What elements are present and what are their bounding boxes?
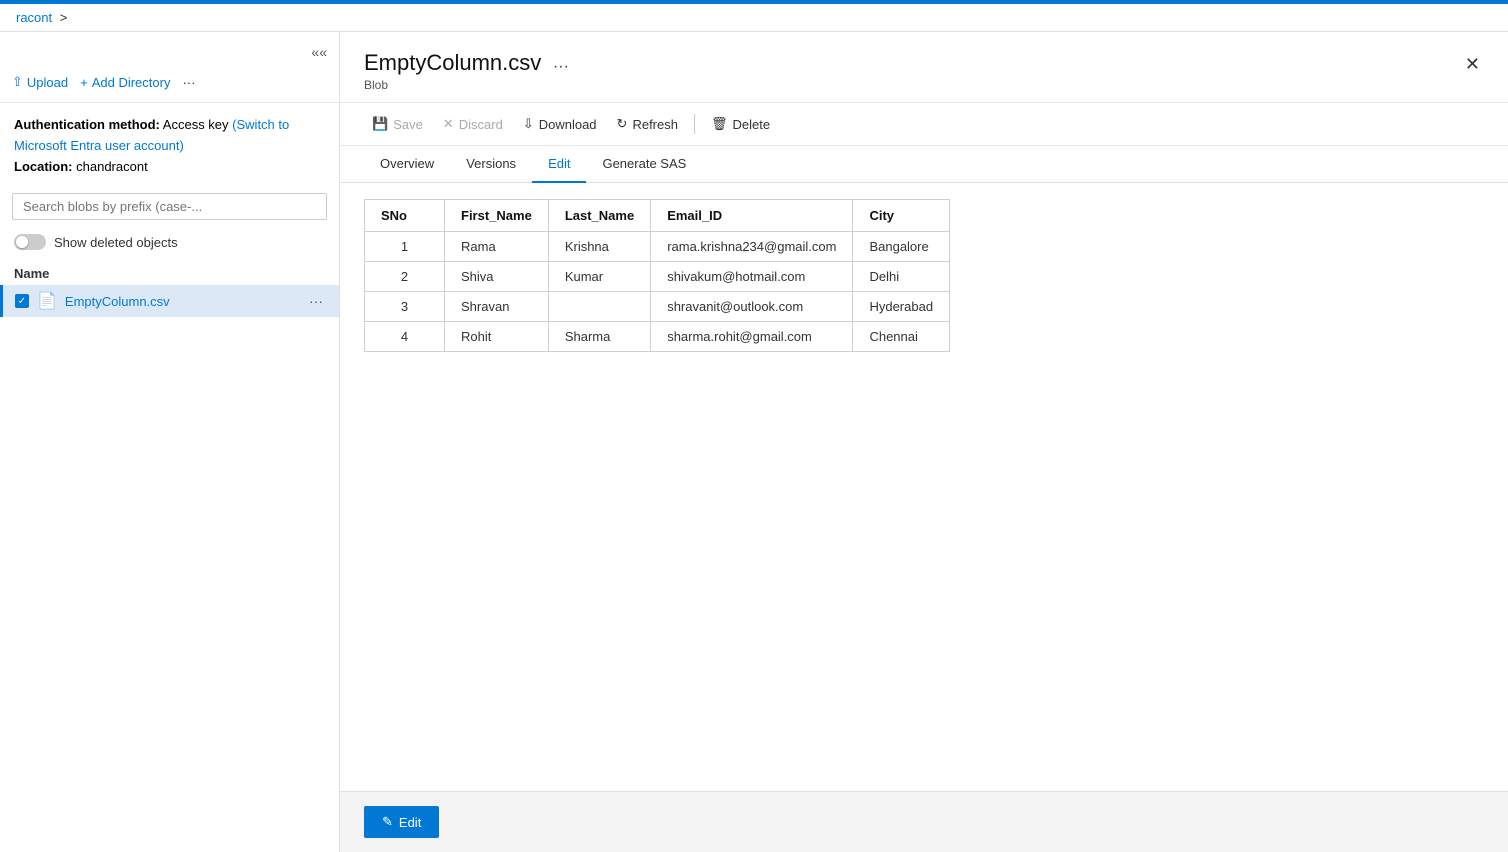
table-row: 3Shravan shravanit@outlook.comHyderabad <box>365 292 950 322</box>
table-cell: 1 <box>365 232 445 262</box>
table-cell: shravanit@outlook.com <box>651 292 853 322</box>
auth-label: Authentication method: <box>14 117 160 132</box>
panel-title-area: EmptyColumn.csv ··· Blob <box>364 50 569 92</box>
breadcrumb-link[interactable]: racont <box>16 10 52 25</box>
location-label: Location: <box>14 159 73 174</box>
table-cell: Shiva <box>445 262 549 292</box>
file-checkbox[interactable] <box>15 294 29 308</box>
upload-button[interactable]: ⇧ Upload <box>12 74 68 90</box>
col-header-sno: SNo <box>365 200 445 232</box>
table-cell: shivakum@hotmail.com <box>651 262 853 292</box>
col-header-last-name: Last_Name <box>548 200 650 232</box>
toggle-knob <box>16 236 28 248</box>
file-icon: 📄 <box>37 291 57 311</box>
discard-button[interactable]: ✕ Discard <box>435 111 511 137</box>
sidebar-meta: Authentication method: Access key (Switc… <box>0 103 339 185</box>
edit-button-area: ✎ Edit <box>340 791 1508 852</box>
location-value: chandracont <box>76 159 148 174</box>
tab-overview[interactable]: Overview <box>364 146 450 183</box>
file-name: EmptyColumn.csv <box>65 294 297 309</box>
table-cell: Delhi <box>853 262 950 292</box>
refresh-button[interactable]: ↻ Refresh <box>609 111 686 137</box>
table-cell: rama.krishna234@gmail.com <box>651 232 853 262</box>
save-button[interactable]: 💾 Save <box>364 111 431 137</box>
table-cell: Bangalore <box>853 232 950 262</box>
breadcrumb[interactable]: racont > <box>0 4 1508 32</box>
table-cell: Rohit <box>445 322 549 352</box>
upload-icon: ⇧ <box>12 74 23 90</box>
table-cell: Chennai <box>853 322 950 352</box>
table-cell: 4 <box>365 322 445 352</box>
collapse-sidebar-button[interactable]: «« <box>311 44 327 60</box>
download-button[interactable]: ⇩ Download <box>515 111 605 137</box>
add-directory-button[interactable]: + Add Directory <box>80 75 170 90</box>
show-deleted-label: Show deleted objects <box>54 235 178 250</box>
panel-toolbar: 💾 Save ✕ Discard ⇩ Download ↻ Refresh 🗑 … <box>340 103 1508 146</box>
download-icon: ⇩ <box>523 116 534 132</box>
table-cell: Krishna <box>548 232 650 262</box>
file-list-item[interactable]: 📄 EmptyColumn.csv ··· <box>0 285 339 317</box>
save-icon: 💾 <box>372 116 388 132</box>
table-cell: 2 <box>365 262 445 292</box>
table-cell: sharma.rohit@gmail.com <box>651 322 853 352</box>
search-input[interactable] <box>12 193 327 220</box>
panel-subtitle: Blob <box>364 78 569 92</box>
table-cell: Sharma <box>548 322 650 352</box>
breadcrumb-separator: > <box>60 10 68 25</box>
file-more-button[interactable]: ··· <box>305 291 327 311</box>
table-row: 4RohitSharmasharma.rohit@gmail.comChenna… <box>365 322 950 352</box>
col-header-email: Email_ID <box>651 200 853 232</box>
add-icon: + <box>80 75 88 90</box>
col-header-first-name: First_Name <box>445 200 549 232</box>
delete-icon: 🗑 <box>711 116 728 132</box>
main-content: EmptyColumn.csv ··· Blob ✕ 💾 Save ✕ Disc… <box>340 32 1508 852</box>
panel-close-button[interactable]: ✕ <box>1461 50 1484 79</box>
edit-pencil-icon: ✎ <box>382 814 393 830</box>
table-cell: Kumar <box>548 262 650 292</box>
tab-versions[interactable]: Versions <box>450 146 532 183</box>
panel-menu-button[interactable]: ··· <box>553 58 569 76</box>
table-cell <box>548 292 650 322</box>
discard-icon: ✕ <box>443 116 454 132</box>
table-row: 2ShivaKumarshivakum@hotmail.comDelhi <box>365 262 950 292</box>
edit-content-button[interactable]: ✎ Edit <box>364 806 439 838</box>
sidebar: «« ⇧ Upload + Add Directory ··· Authenti… <box>0 32 340 852</box>
panel-header: EmptyColumn.csv ··· Blob ✕ <box>340 32 1508 103</box>
table-cell: Rama <box>445 232 549 262</box>
sidebar-toolbar: ⇧ Upload + Add Directory ··· <box>0 70 339 103</box>
panel-tabs: Overview Versions Edit Generate SAS <box>340 146 1508 183</box>
auth-value: Access key <box>163 117 229 132</box>
table-cell: Hyderabad <box>853 292 950 322</box>
table-cell: 3 <box>365 292 445 322</box>
show-deleted-row: Show deleted objects <box>0 228 339 256</box>
delete-button[interactable]: 🗑 Delete <box>703 111 778 137</box>
table-row: 1RamaKrishnarama.krishna234@gmail.comBan… <box>365 232 950 262</box>
col-header-city: City <box>853 200 950 232</box>
panel-title: EmptyColumn.csv <box>364 50 541 75</box>
csv-table: SNo First_Name Last_Name Email_ID City 1… <box>364 199 950 352</box>
toolbar-divider <box>694 114 695 134</box>
table-area: SNo First_Name Last_Name Email_ID City 1… <box>340 183 1508 791</box>
tab-edit[interactable]: Edit <box>532 146 586 183</box>
sidebar-section-label: Name <box>0 256 339 285</box>
sidebar-more-button[interactable]: ··· <box>182 75 195 90</box>
refresh-icon: ↻ <box>617 116 628 132</box>
tab-generate-sas[interactable]: Generate SAS <box>586 146 702 183</box>
table-cell: Shravan <box>445 292 549 322</box>
show-deleted-toggle[interactable] <box>14 234 46 250</box>
